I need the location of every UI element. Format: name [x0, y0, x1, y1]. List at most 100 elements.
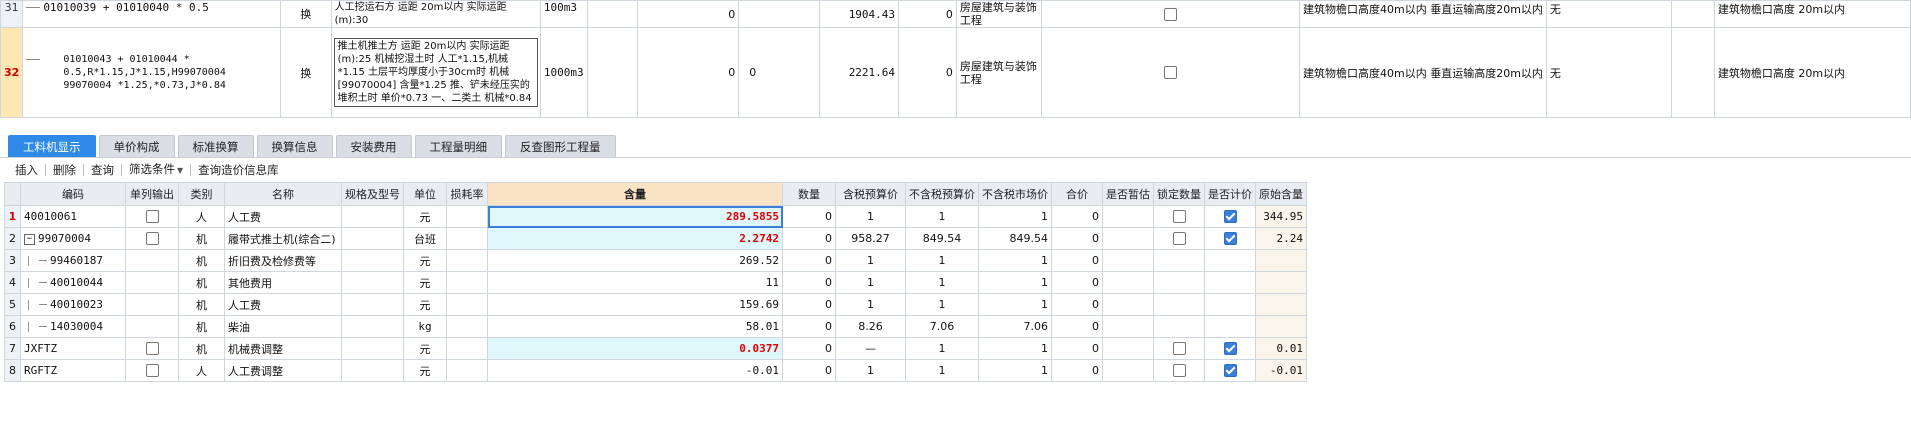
- category-cell[interactable]: 机: [178, 249, 225, 272]
- content-qty-cell[interactable]: 11: [487, 271, 783, 294]
- priced-cell[interactable]: [1204, 293, 1256, 316]
- category-cell[interactable]: 人: [178, 359, 225, 382]
- item-code[interactable]: 01010039 + 01010040 * 0.5: [22, 0, 282, 28]
- checkbox[interactable]: [1163, 7, 1177, 21]
- notax-price-cell[interactable]: 849.54: [905, 227, 979, 250]
- content-qty-cell[interactable]: 0.0377: [487, 337, 783, 360]
- delete-button[interactable]: 删除: [46, 160, 83, 180]
- original-qty-cell[interactable]: [1255, 293, 1307, 316]
- spec-cell[interactable]: [341, 271, 404, 294]
- item-checkbox-cell[interactable]: [1040, 0, 1301, 28]
- code-cell[interactable]: 40010061: [20, 205, 126, 228]
- lock-qty-cell[interactable]: [1153, 337, 1205, 360]
- lock-qty-cell[interactable]: [1153, 271, 1205, 294]
- loss-rate-cell[interactable]: [446, 359, 488, 382]
- code-cell[interactable]: JXFTZ: [20, 337, 126, 360]
- count-cell[interactable]: 0: [782, 293, 836, 316]
- notax-price-cell[interactable]: 1: [905, 293, 979, 316]
- lock-qty-cell[interactable]: [1153, 315, 1205, 338]
- count-cell[interactable]: 0: [782, 249, 836, 272]
- item-col6[interactable]: 0: [636, 27, 740, 118]
- market-price-cell[interactable]: 849.54: [978, 227, 1052, 250]
- original-qty-cell[interactable]: 2.24: [1255, 227, 1307, 250]
- estimated-cell[interactable]: [1102, 359, 1154, 382]
- item-name[interactable]: 推土机推土方 运距 20m以内 实际运距(m):25 机械挖湿土时 人工*1.1…: [330, 27, 541, 118]
- count-cell[interactable]: 0: [782, 205, 836, 228]
- table-row[interactable]: 3 99460187 机折旧费及检修费等元 269.52 0 1 1 1 0: [4, 249, 1307, 272]
- item-desc[interactable]: 建筑物檐口高度40m以内 垂直运输高度20m以内: [1299, 27, 1547, 118]
- query-button[interactable]: 查询: [84, 160, 121, 180]
- header-code[interactable]: 编码: [20, 182, 126, 206]
- unit-cell[interactable]: 元: [403, 359, 447, 382]
- total-cell[interactable]: 0: [1051, 227, 1103, 250]
- item-col5[interactable]: [586, 27, 638, 118]
- header-total[interactable]: 合价: [1051, 182, 1103, 206]
- priced-cell[interactable]: [1204, 315, 1256, 338]
- item-col6[interactable]: 0: [636, 0, 740, 28]
- original-qty-cell[interactable]: [1255, 271, 1307, 294]
- priced-cell[interactable]: [1204, 249, 1256, 272]
- loss-rate-cell[interactable]: [446, 205, 488, 228]
- checkbox[interactable]: [1163, 66, 1177, 80]
- unit-cell[interactable]: kg: [403, 315, 447, 338]
- lock-qty-checkbox[interactable]: [1172, 232, 1186, 246]
- original-qty-cell[interactable]: -0.01: [1255, 359, 1307, 382]
- total-cell[interactable]: 0: [1051, 271, 1103, 294]
- header-original-qty[interactable]: 原始含量: [1255, 182, 1307, 206]
- table-row[interactable]: 5 40010023 机人工费元 159.69 0 1 1 1 0: [4, 293, 1307, 316]
- tab-installation-fee[interactable]: 安装费用: [335, 135, 412, 158]
- notax-price-cell[interactable]: 1: [905, 337, 979, 360]
- lock-qty-cell[interactable]: [1153, 359, 1205, 382]
- collapse-icon[interactable]: −: [24, 233, 35, 245]
- lock-qty-checkbox[interactable]: [1172, 342, 1186, 356]
- estimated-cell[interactable]: [1102, 337, 1154, 360]
- count-cell[interactable]: 0: [782, 271, 836, 294]
- estimated-cell[interactable]: [1102, 227, 1154, 250]
- unit-cell[interactable]: 元: [403, 271, 447, 294]
- tab-reverse-graphic-quantity[interactable]: 反查图形工程量: [505, 135, 616, 158]
- single-output-cell[interactable]: [125, 337, 179, 360]
- spec-cell[interactable]: [341, 293, 404, 316]
- header-market-price[interactable]: 不含税市场价: [978, 182, 1052, 206]
- priced-cell[interactable]: [1204, 271, 1256, 294]
- spec-cell[interactable]: [341, 249, 404, 272]
- lock-qty-cell[interactable]: [1153, 249, 1205, 272]
- category-cell[interactable]: 机: [178, 293, 225, 316]
- item-empty[interactable]: [1670, 0, 1715, 28]
- count-cell[interactable]: 0: [782, 315, 836, 338]
- notax-price-cell[interactable]: 1: [905, 359, 979, 382]
- single-output-cell[interactable]: [125, 293, 179, 316]
- count-cell[interactable]: 0: [782, 337, 836, 360]
- market-price-cell[interactable]: 1: [978, 271, 1052, 294]
- estimated-cell[interactable]: [1102, 205, 1154, 228]
- market-price-cell[interactable]: 1: [978, 337, 1052, 360]
- single-output-cell[interactable]: [125, 315, 179, 338]
- lock-qty-cell[interactable]: [1153, 205, 1205, 228]
- total-cell[interactable]: 0: [1051, 359, 1103, 382]
- table-row[interactable]: 6 14030004 机柴油 kg 58.01 0 8.26 7.06 7.06 0: [4, 315, 1307, 338]
- name-cell[interactable]: 机械费调整: [224, 337, 342, 360]
- single-output-checkbox[interactable]: [145, 364, 159, 378]
- unit-cell[interactable]: 元: [403, 205, 447, 228]
- tax-price-cell[interactable]: 1: [835, 359, 906, 382]
- tax-price-cell[interactable]: 958.27: [835, 227, 906, 250]
- header-name[interactable]: 名称: [224, 182, 342, 206]
- loss-rate-cell[interactable]: [446, 293, 488, 316]
- tab-conversion-info[interactable]: 换算信息: [256, 135, 333, 158]
- priced-cell[interactable]: [1204, 359, 1256, 382]
- content-qty-cell[interactable]: -0.01: [487, 359, 783, 382]
- table-row[interactable]: 1 40010061 人人工费元 289.5855 0 1 1 1 0 344.95: [4, 205, 1307, 228]
- count-cell[interactable]: 0: [782, 359, 836, 382]
- tab-standard-conversion[interactable]: 标准换算: [177, 135, 254, 158]
- spec-cell[interactable]: [341, 337, 404, 360]
- loss-rate-cell[interactable]: [446, 227, 488, 250]
- total-cell[interactable]: 0: [1051, 315, 1103, 338]
- category-cell[interactable]: 机: [178, 271, 225, 294]
- item-flag[interactable]: 无: [1545, 27, 1672, 118]
- item-checkbox-cell[interactable]: [1040, 27, 1301, 118]
- table-row[interactable]: 7 JXFTZ 机机械费调整元 0.0377 0—1 1 0 0.01: [4, 337, 1307, 360]
- content-qty-cell[interactable]: 159.69: [487, 293, 783, 316]
- item-desc2[interactable]: 建筑物檐口高度 20m以内: [1713, 27, 1911, 118]
- name-cell[interactable]: 其他费用: [224, 271, 342, 294]
- total-cell[interactable]: 0: [1051, 293, 1103, 316]
